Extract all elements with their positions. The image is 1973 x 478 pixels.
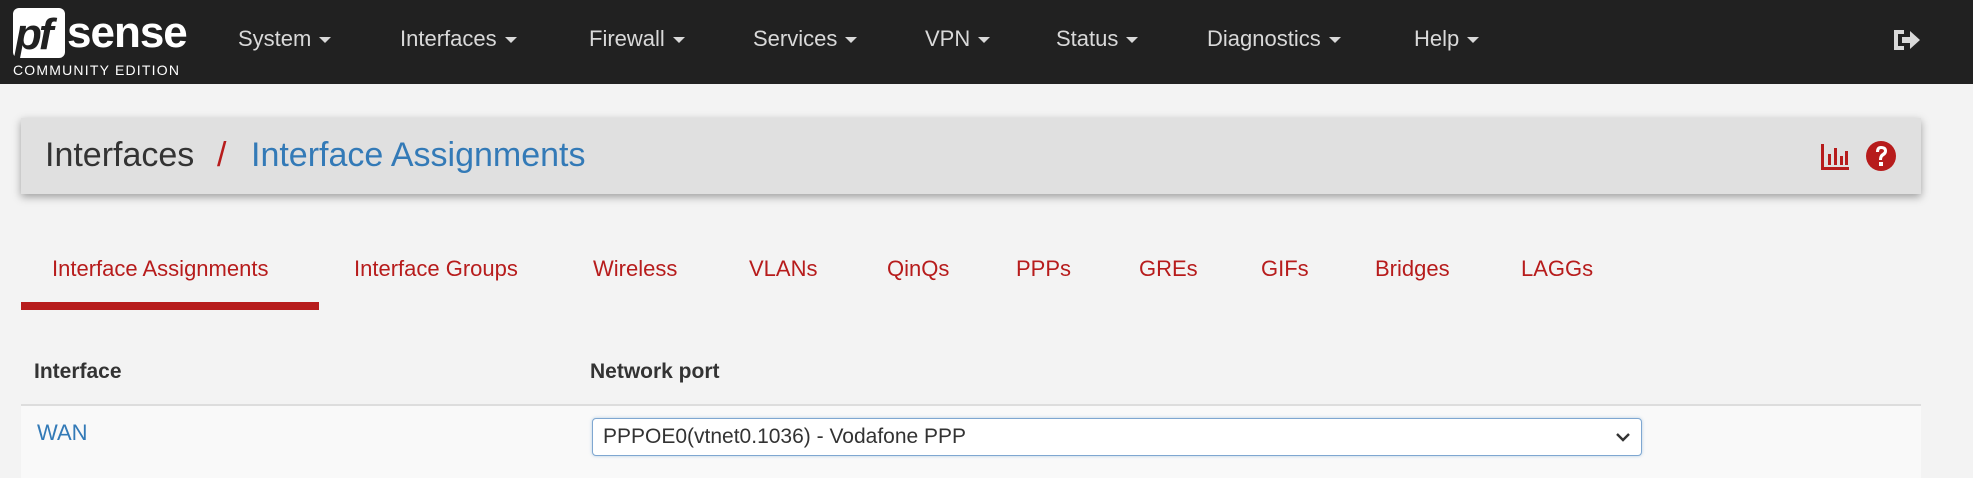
menu-label: System	[238, 26, 312, 51]
menu-system[interactable]: System	[238, 26, 332, 56]
menu-status[interactable]: Status	[1056, 26, 1139, 56]
menu-services[interactable]: Services	[753, 26, 858, 56]
caret-down-icon	[504, 37, 517, 44]
logo-pf-text: pf	[15, 10, 53, 59]
tab-ppps[interactable]: PPPs	[1016, 256, 1071, 282]
menu-label: Services	[753, 26, 838, 51]
tab-bridges[interactable]: Bridges	[1375, 256, 1450, 282]
logo-edition-text: COMMUNITY EDITION	[13, 62, 181, 78]
menu-label: Status	[1056, 26, 1119, 51]
tab-interface-groups[interactable]: Interface Groups	[354, 256, 518, 282]
tab-gres[interactable]: GREs	[1139, 256, 1198, 282]
breadcrumb-separator: /	[217, 136, 227, 174]
tab-bar: Interface Assignments Interface Groups W…	[21, 240, 1921, 312]
logo-wordmark: pf sense	[13, 4, 193, 60]
menu-label: Interfaces	[400, 26, 497, 51]
top-navbar: pf sense COMMUNITY EDITION System Interf…	[0, 0, 1973, 84]
logo-pf-badge: pf	[13, 8, 65, 59]
menu-label: VPN	[925, 26, 971, 51]
caret-down-icon	[1467, 37, 1480, 44]
tab-interface-assignments[interactable]: Interface Assignments	[52, 256, 268, 282]
breadcrumb-root[interactable]: Interfaces	[45, 136, 194, 175]
tab-laggs[interactable]: LAGGs	[1521, 256, 1593, 282]
column-header-interface: Interface	[34, 360, 122, 383]
menu-help[interactable]: Help	[1414, 26, 1480, 56]
active-tab-indicator	[21, 302, 319, 310]
caret-down-icon	[1328, 37, 1341, 44]
caret-down-icon	[978, 37, 991, 44]
sign-out-icon[interactable]	[1890, 24, 1922, 56]
question-circle-icon[interactable]	[1865, 140, 1897, 172]
menu-interfaces[interactable]: Interfaces	[400, 26, 517, 56]
menu-diagnostics[interactable]: Diagnostics	[1207, 26, 1341, 56]
page-title[interactable]: Interface Assignments	[251, 136, 586, 175]
menu-label: Help	[1414, 26, 1460, 51]
chevron-down-icon	[1616, 433, 1630, 442]
caret-down-icon	[319, 37, 332, 44]
network-port-selected-value: PPPOE0(vtnet0.1036) - Vodafone PPP	[603, 425, 967, 448]
menu-label: Diagnostics	[1207, 26, 1321, 51]
network-port-select[interactable]: PPPOE0(vtnet0.1036) - Vodafone PPP	[592, 418, 1642, 456]
tab-gifs[interactable]: GIFs	[1261, 256, 1309, 282]
tab-vlans[interactable]: VLANs	[749, 256, 817, 282]
pfsense-logo[interactable]: pf sense COMMUNITY EDITION	[13, 4, 193, 80]
caret-down-icon	[672, 37, 685, 44]
logo-sense-text: sense	[67, 8, 188, 57]
menu-firewall[interactable]: Firewall	[589, 26, 685, 56]
tab-wireless[interactable]: Wireless	[593, 256, 677, 282]
caret-down-icon	[1126, 37, 1139, 44]
bar-chart-icon[interactable]	[1819, 142, 1851, 172]
menu-vpn[interactable]: VPN	[925, 26, 991, 56]
menu-label: Firewall	[589, 26, 665, 51]
caret-down-icon	[845, 37, 858, 44]
tab-qinqs[interactable]: QinQs	[887, 256, 949, 282]
interface-link-wan[interactable]: WAN	[37, 420, 88, 446]
page-header: Interfaces / Interface Assignments	[21, 118, 1921, 194]
column-header-network-port: Network port	[590, 360, 720, 383]
